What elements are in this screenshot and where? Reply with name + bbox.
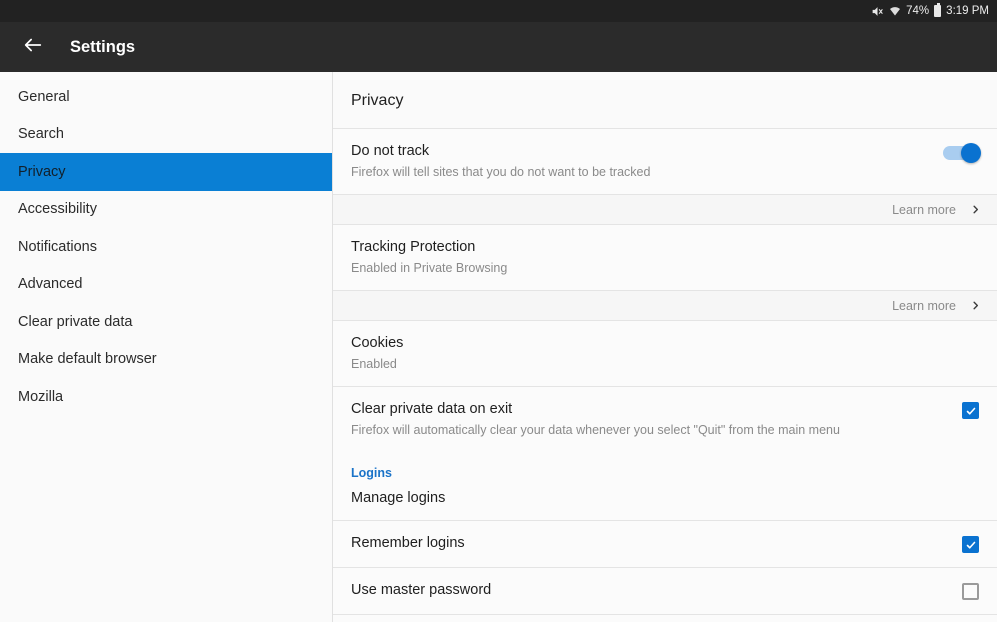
sidebar-item-make-default-browser[interactable]: Make default browser	[0, 341, 332, 379]
wifi-icon	[889, 5, 901, 17]
sidebar-item-mozilla[interactable]: Mozilla	[0, 378, 332, 416]
group-header-logins: Logins	[333, 452, 997, 482]
sidebar-item-label: Mozilla	[18, 388, 64, 405]
back-arrow-icon	[22, 34, 44, 61]
group-header-data-choices: Data choices	[333, 614, 997, 622]
setting-title: Cookies	[351, 335, 404, 351]
learn-more-row-tracking-protection[interactable]: Learn more	[333, 290, 997, 320]
status-bar-items: 74% 3:19 PM	[871, 3, 989, 18]
learn-more-label: Learn more	[892, 298, 956, 313]
setting-title: Use master password	[351, 582, 492, 598]
setting-row-tracking-protection[interactable]: Tracking Protection Enabled in Private B…	[333, 224, 997, 290]
setting-row-remember-logins[interactable]: Remember logins	[333, 520, 997, 567]
sidebar-item-label: Accessibility	[18, 201, 97, 218]
learn-more-label: Learn more	[892, 202, 956, 217]
setting-title: Remember logins	[351, 535, 465, 551]
back-button[interactable]	[16, 30, 50, 64]
setting-text-block: Clear private data on exit Firefox will …	[351, 400, 840, 438]
sidebar-item-clear-private-data[interactable]: Clear private data	[0, 303, 332, 341]
setting-text-block: Use master password	[351, 581, 491, 599]
setting-row-clear-private-data-on-exit[interactable]: Clear private data on exit Firefox will …	[333, 386, 997, 452]
battery-percent-label: 74%	[906, 5, 930, 17]
do-not-track-toggle[interactable]	[943, 143, 981, 163]
mute-icon	[871, 5, 884, 18]
sidebar-item-search[interactable]: Search	[0, 116, 332, 154]
toggle-knob	[961, 143, 981, 163]
sidebar-item-privacy[interactable]: Privacy	[0, 153, 332, 191]
sidebar-item-notifications[interactable]: Notifications	[0, 228, 332, 266]
setting-row-use-master-password[interactable]: Use master password	[333, 567, 997, 614]
setting-title: Do not track	[351, 143, 430, 159]
setting-row-do-not-track[interactable]: Do not track Firefox will tell sites tha…	[333, 128, 997, 194]
use-master-password-checkbox[interactable]	[962, 583, 979, 600]
manage-logins-item[interactable]: Manage logins	[333, 482, 997, 520]
page-title: Settings	[70, 37, 136, 56]
setting-row-cookies[interactable]: Cookies Enabled	[333, 320, 997, 386]
sidebar-item-label: Search	[18, 126, 64, 143]
chevron-right-icon	[970, 204, 981, 215]
sidebar-item-advanced[interactable]: Advanced	[0, 266, 332, 304]
setting-text-block: Tracking Protection Enabled in Private B…	[351, 238, 507, 276]
sidebar-item-general[interactable]: General	[0, 78, 332, 116]
setting-subtitle: Firefox will tell sites that you do not …	[351, 165, 651, 179]
setting-subtitle: Firefox will automatically clear your da…	[351, 423, 840, 437]
sidebar-item-label: Make default browser	[18, 351, 157, 368]
status-bar: 74% 3:19 PM	[0, 0, 997, 22]
clock-label: 3:19 PM	[946, 5, 989, 17]
app-bar: Settings	[0, 22, 997, 72]
chevron-right-icon	[970, 300, 981, 311]
setting-text-block: Remember logins	[351, 534, 465, 552]
setting-text-block: Cookies Enabled	[351, 334, 403, 372]
sidebar-item-accessibility[interactable]: Accessibility	[0, 191, 332, 229]
sidebar-item-label: Privacy	[18, 163, 66, 180]
main-shell: General Search Privacy Accessibility Not…	[0, 72, 997, 622]
section-heading: Privacy	[351, 92, 404, 109]
setting-title: Clear private data on exit	[351, 401, 513, 417]
sidebar-item-label: Advanced	[18, 276, 83, 293]
learn-more-row-do-not-track[interactable]: Learn more	[333, 194, 997, 224]
sidebar-item-label: General	[18, 88, 70, 105]
settings-sidebar: General Search Privacy Accessibility Not…	[0, 72, 333, 622]
privacy-settings-panel: Privacy Do not track Firefox will tell s…	[333, 72, 997, 622]
battery-icon	[934, 3, 942, 17]
remember-logins-checkbox[interactable]	[962, 536, 979, 553]
setting-subtitle: Enabled	[351, 357, 397, 371]
sidebar-item-label: Clear private data	[18, 313, 133, 330]
setting-text-block: Do not track Firefox will tell sites tha…	[351, 142, 650, 180]
setting-title: Tracking Protection	[351, 239, 476, 255]
setting-subtitle: Enabled in Private Browsing	[351, 261, 508, 275]
sidebar-item-label: Notifications	[18, 238, 97, 255]
clear-private-data-on-exit-checkbox[interactable]	[962, 402, 979, 419]
